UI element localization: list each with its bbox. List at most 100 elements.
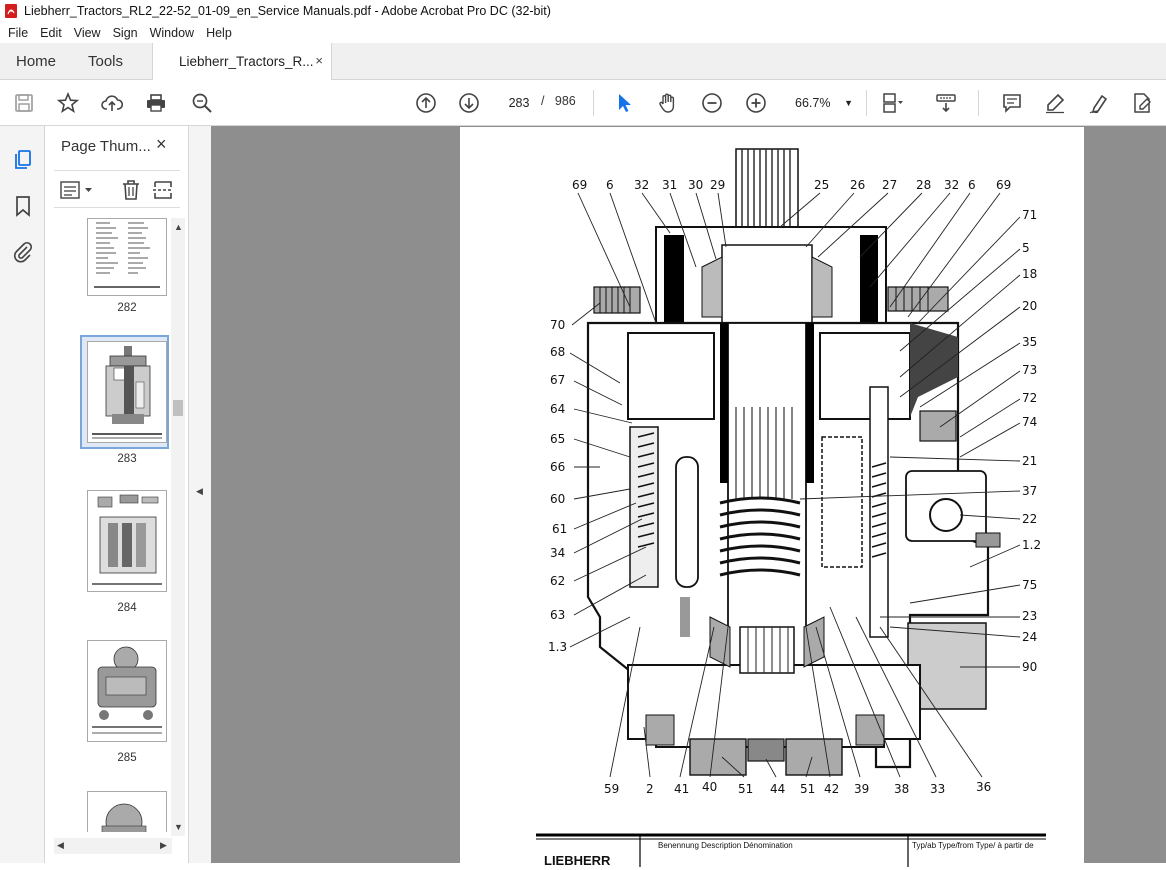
print-icon[interactable] xyxy=(144,91,168,115)
callout-label: 5 xyxy=(1022,241,1030,255)
thumbnail-page-selected[interactable] xyxy=(87,341,167,443)
zoom-search-icon[interactable] xyxy=(190,91,214,115)
tab-document[interactable]: Liebherr_Tractors_R... × xyxy=(152,43,332,80)
callout-label: 73 xyxy=(1022,363,1037,377)
page-thumbnails-icon[interactable] xyxy=(11,148,35,172)
thumbnail-hscrollbar[interactable]: ◀ ▶ xyxy=(54,838,172,854)
callout-label: 30 xyxy=(688,178,703,192)
export-edit-icon[interactable] xyxy=(1130,91,1154,115)
page-number-input[interactable]: 283 xyxy=(501,91,537,115)
callout-label: 1.3 xyxy=(548,640,567,654)
chevron-down-icon: ▼ xyxy=(844,98,853,108)
previous-page-icon[interactable] xyxy=(414,91,438,115)
scroll-left-arrow-icon[interactable]: ◀ xyxy=(57,840,64,851)
callout-label: 28 xyxy=(916,178,931,192)
panel-toolbar xyxy=(54,170,180,208)
callout-label: 6 xyxy=(606,178,614,192)
scroll-mode-icon[interactable] xyxy=(934,91,958,115)
highlight-pen-icon[interactable] xyxy=(1043,91,1067,115)
callout-labels-left: 70 68 67 64 65 66 60 61 34 62 63 1.3 xyxy=(548,318,567,654)
next-page-icon[interactable] xyxy=(457,91,481,115)
tab-home[interactable]: Home xyxy=(16,53,56,70)
thumbnail-scrollbar[interactable]: ▲ ▼ xyxy=(171,218,185,836)
menu-view[interactable]: View xyxy=(68,26,107,40)
callout-label: 22 xyxy=(1022,512,1037,526)
tab-document-label: Liebherr_Tractors_R... xyxy=(179,54,314,69)
save-icon[interactable] xyxy=(12,91,36,115)
page-thumbnails-panel: Page Thum... × 282 283 284 285 ▲ ▼ ◀ ▶ xyxy=(46,126,188,863)
zoom-out-icon[interactable] xyxy=(700,91,724,115)
panel-close-icon[interactable]: × xyxy=(156,134,167,155)
bookmark-star-icon[interactable] xyxy=(56,91,80,115)
callout-label: 39 xyxy=(854,782,869,796)
thumbnail-page[interactable] xyxy=(87,218,167,296)
title-bar: Liebherr_Tractors_RL2_22-52_01-09_en_Ser… xyxy=(0,0,1166,22)
callout-label: 26 xyxy=(850,178,865,192)
callout-label: 51 xyxy=(738,782,753,796)
scroll-up-arrow-icon[interactable]: ▲ xyxy=(174,222,183,232)
zoom-level-select[interactable]: 66.7% ▼ xyxy=(789,92,857,114)
scroll-right-arrow-icon[interactable]: ▶ xyxy=(160,840,167,851)
liebherr-logo: LIEBHERR xyxy=(544,853,611,867)
callout-label: 33 xyxy=(930,782,945,796)
tab-close-icon[interactable]: × xyxy=(315,53,323,68)
attachments-icon[interactable] xyxy=(11,240,35,264)
callout-label: 63 xyxy=(550,608,565,622)
thumbnail-preview xyxy=(101,803,147,832)
scrollbar-thumb[interactable] xyxy=(173,400,183,416)
thumbnail-list: 282 283 284 285 xyxy=(46,218,171,832)
callout-label: 21 xyxy=(1022,454,1037,468)
select-cursor-icon[interactable] xyxy=(612,91,636,115)
delete-page-icon[interactable] xyxy=(120,179,142,201)
menu-edit[interactable]: Edit xyxy=(34,26,68,40)
tab-bar: Home Tools Liebherr_Tractors_R... × xyxy=(0,43,1166,80)
document-viewer[interactable]: 69 6 32 31 30 29 25 26 27 28 32 6 69 70 … xyxy=(211,126,1166,868)
scroll-down-arrow-icon[interactable]: ▼ xyxy=(174,822,183,832)
menu-sign[interactable]: Sign xyxy=(107,26,144,40)
callout-label: 40 xyxy=(702,780,717,794)
thumbnail-preview xyxy=(92,346,162,439)
tab-tools[interactable]: Tools xyxy=(88,53,123,70)
callout-label: 42 xyxy=(824,782,839,796)
panel-title: Page Thum... xyxy=(61,138,151,155)
options-menu-icon[interactable] xyxy=(60,180,96,200)
callout-label: 37 xyxy=(1022,484,1037,498)
menu-window[interactable]: Window xyxy=(144,26,200,40)
bookmarks-icon[interactable] xyxy=(11,194,35,218)
panel-splitter[interactable]: ◀ xyxy=(188,126,211,863)
toolbar-divider xyxy=(978,90,979,116)
cutaway-technical-drawing: 69 6 32 31 30 29 25 26 27 28 32 6 69 70 … xyxy=(536,148,1046,868)
menu-help[interactable]: Help xyxy=(200,26,238,40)
hand-tool-icon[interactable] xyxy=(656,91,680,115)
menu-file[interactable]: File xyxy=(2,26,34,40)
thumbnail-page[interactable] xyxy=(87,791,167,832)
page-fit-icon[interactable] xyxy=(880,91,904,115)
callout-labels-right: 71 5 18 20 35 73 72 74 21 37 22 1.2 75 2… xyxy=(1022,208,1041,674)
thumbnail-label: 284 xyxy=(117,602,137,614)
page-separator: / xyxy=(541,94,545,108)
window-title: Liebherr_Tractors_RL2_22-52_01-09_en_Ser… xyxy=(24,4,551,18)
thumbnail-page[interactable] xyxy=(87,490,167,592)
callout-label: 24 xyxy=(1022,630,1037,644)
sign-pen-icon[interactable] xyxy=(1087,91,1111,115)
callout-label: 65 xyxy=(550,432,565,446)
title-block-heading: Benennung Description Dénomination xyxy=(658,841,793,850)
collapse-panel-arrow-icon[interactable]: ◀ xyxy=(196,486,203,497)
callout-label: 51 xyxy=(800,782,815,796)
comment-icon[interactable] xyxy=(1000,91,1024,115)
callout-label: 20 xyxy=(1022,299,1037,313)
callout-label: 1.2 xyxy=(1022,538,1041,552)
thumbnail-page[interactable] xyxy=(87,640,167,742)
callout-label: 75 xyxy=(1022,578,1037,592)
zoom-in-icon[interactable] xyxy=(744,91,768,115)
cloud-upload-icon[interactable] xyxy=(100,91,124,115)
callout-label: 2 xyxy=(646,782,654,796)
callout-label: 60 xyxy=(550,492,565,506)
callout-label: 70 xyxy=(550,318,565,332)
menu-bar: File Edit View Sign Window Help xyxy=(0,22,1166,43)
extract-pages-icon[interactable] xyxy=(152,179,174,201)
toolbar: 283 / 986 66.7% ▼ xyxy=(0,80,1166,126)
callout-label: 38 xyxy=(894,782,909,796)
callout-label: 69 xyxy=(572,178,587,192)
callout-label: 23 xyxy=(1022,609,1037,623)
